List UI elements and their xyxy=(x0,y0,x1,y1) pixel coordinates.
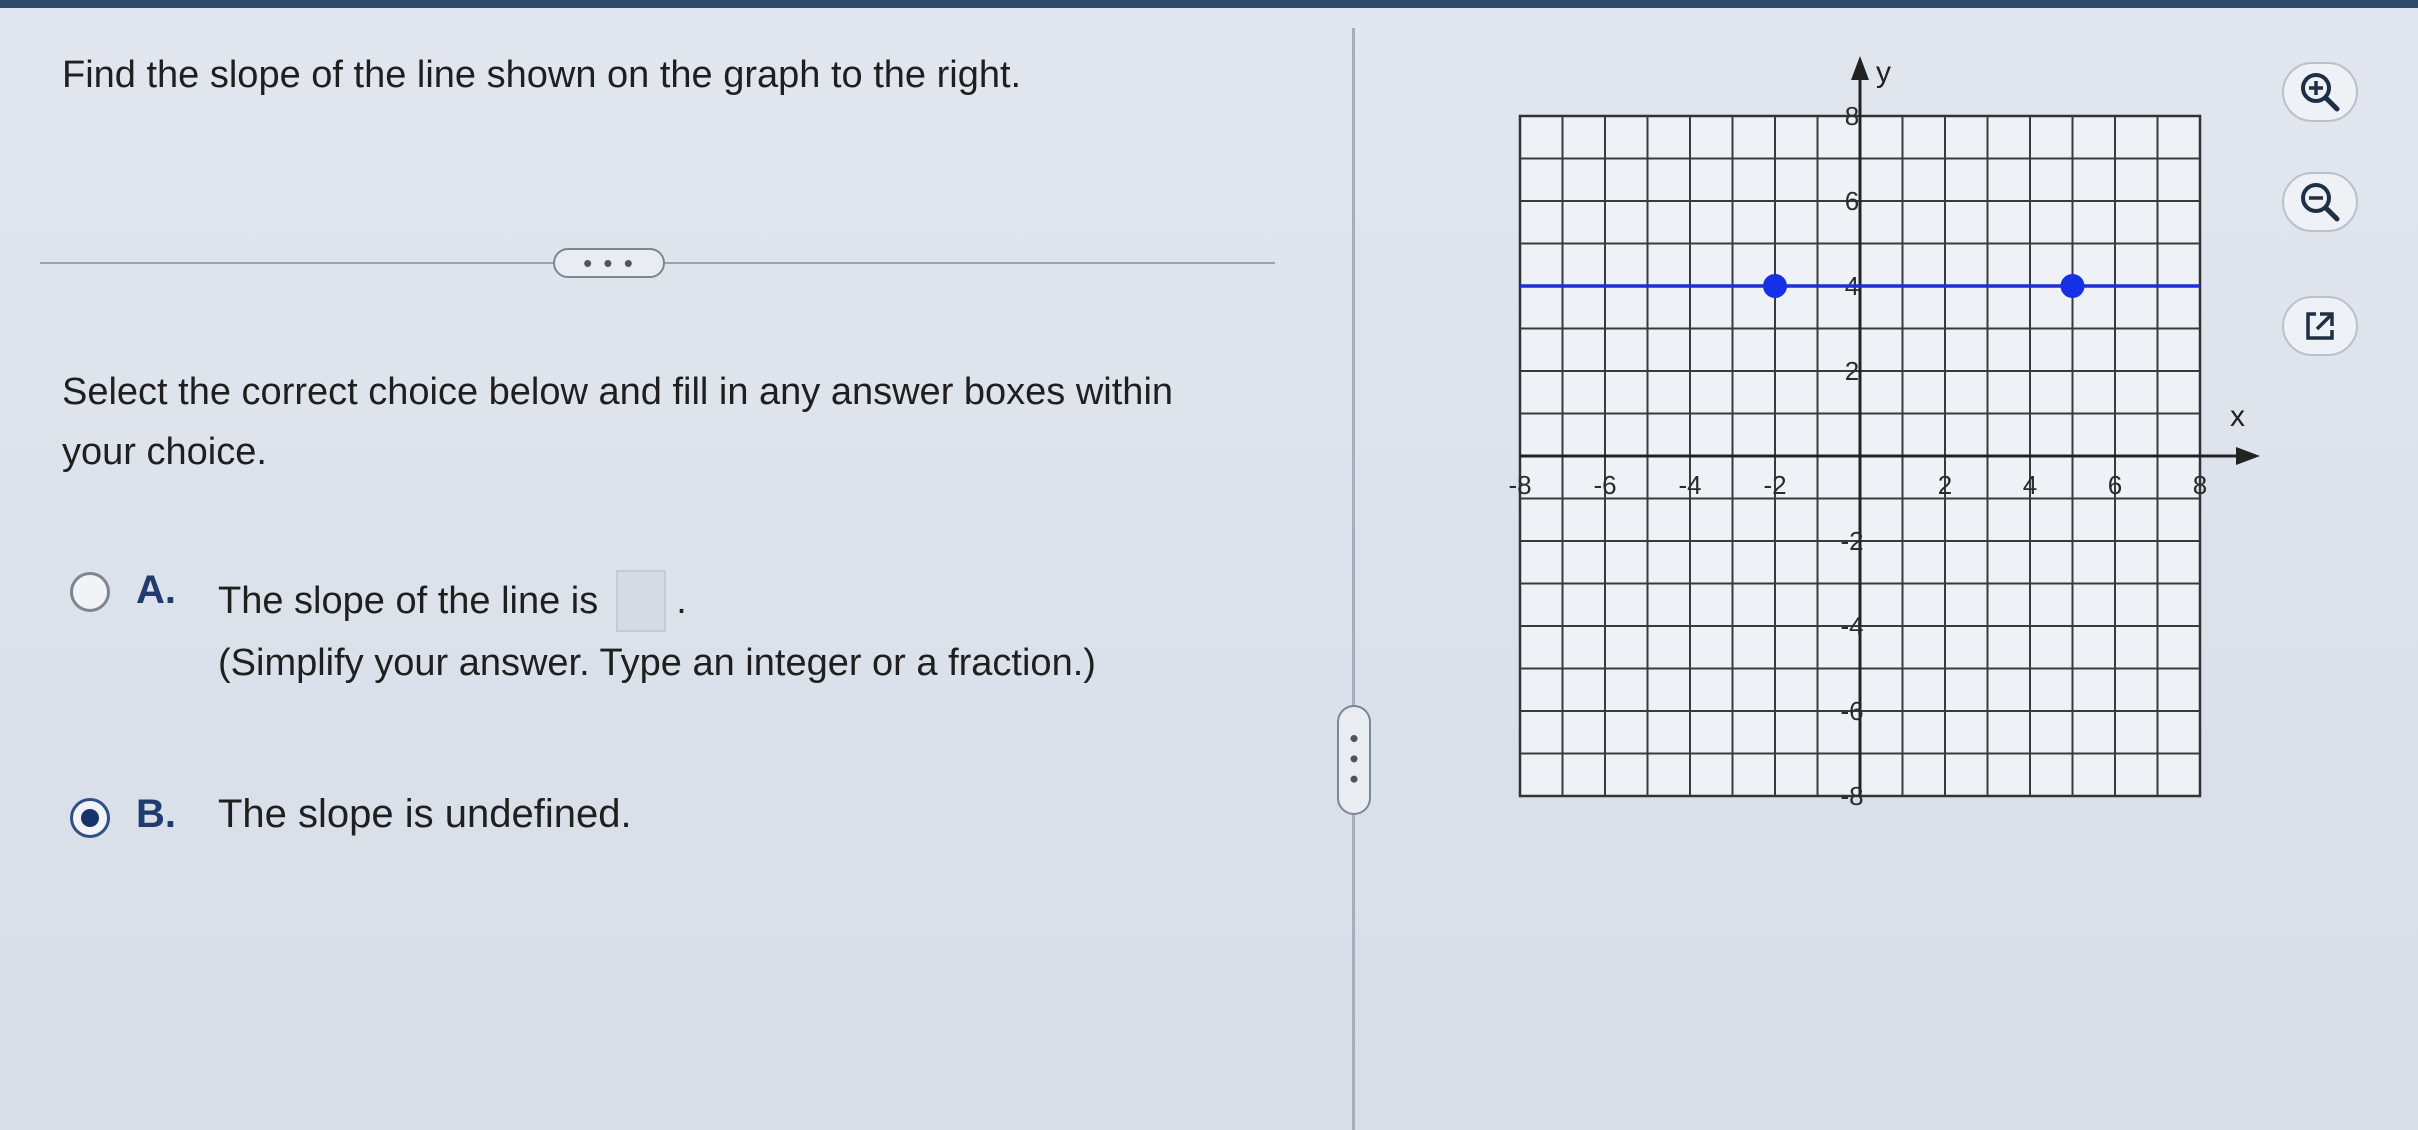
coordinate-graph: xy-8 -6 -4 -2 2 4 6 88642-2-4-6-8 xyxy=(1508,56,2260,811)
y-axis-arrow xyxy=(1851,56,1869,80)
choice-a-letter: A. xyxy=(136,568,176,612)
y-tick-label: -2 xyxy=(1840,526,1863,556)
x-tick-label: -2 xyxy=(1763,470,1786,500)
pane-splitter[interactable] xyxy=(1352,28,1355,1130)
x-axis-arrow xyxy=(2236,447,2260,465)
choice-a-note: (Simplify your answer. Type an integer o… xyxy=(218,642,1096,684)
y-tick-label: -6 xyxy=(1840,696,1863,726)
x-tick-label: -4 xyxy=(1678,470,1701,500)
choice-b-text: The slope is undefined. xyxy=(218,792,632,836)
slope-answer-box[interactable] xyxy=(616,570,667,632)
radio-selected-dot xyxy=(81,809,99,827)
x-tick-label: 8 xyxy=(2193,470,2207,500)
choice-a-period: . xyxy=(676,579,687,622)
choice-a-radio[interactable] xyxy=(70,572,110,612)
zoom-out-button[interactable] xyxy=(2282,172,2358,232)
data-point xyxy=(2060,274,2085,298)
popout-button[interactable] xyxy=(2282,296,2358,356)
splitter-handle[interactable]: • • • xyxy=(1337,705,1371,815)
screen: Find the slope of the line shown on the … xyxy=(0,0,2418,1130)
question-prompt: Find the slope of the line shown on the … xyxy=(62,54,1022,96)
zoom-in-icon xyxy=(2301,73,2340,112)
x-tick-label: 2 xyxy=(1938,470,1952,500)
x-tick-label: 6 xyxy=(2108,470,2122,500)
x-axis-label: x xyxy=(2230,400,2245,433)
popout-icon xyxy=(2306,312,2334,340)
y-tick-label: -4 xyxy=(1840,611,1863,641)
x-tick-label: 4 xyxy=(2023,470,2037,500)
data-point xyxy=(1763,274,1787,298)
instructions-text: Select the correct choice below and fill… xyxy=(62,371,1174,473)
y-axis-label: y xyxy=(1876,56,1891,89)
more-button[interactable]: • • • xyxy=(553,248,665,278)
choice-a-label: The slope of the line is xyxy=(218,579,599,622)
x-tick-label: -8 xyxy=(1508,470,1531,500)
choice-a-text: The slope of the line is . xyxy=(218,570,687,632)
choice-b-letter: B. xyxy=(136,792,176,836)
y-tick-label: 2 xyxy=(1845,356,1859,386)
y-tick-label: -8 xyxy=(1840,781,1863,811)
y-tick-label: 6 xyxy=(1845,186,1859,216)
x-tick-label: -6 xyxy=(1593,470,1616,500)
y-tick-label: 8 xyxy=(1845,101,1859,131)
choice-b-radio[interactable] xyxy=(70,798,110,838)
zoom-out-icon xyxy=(2301,183,2340,222)
zoom-in-button[interactable] xyxy=(2282,62,2358,122)
top-bar xyxy=(0,0,2418,8)
